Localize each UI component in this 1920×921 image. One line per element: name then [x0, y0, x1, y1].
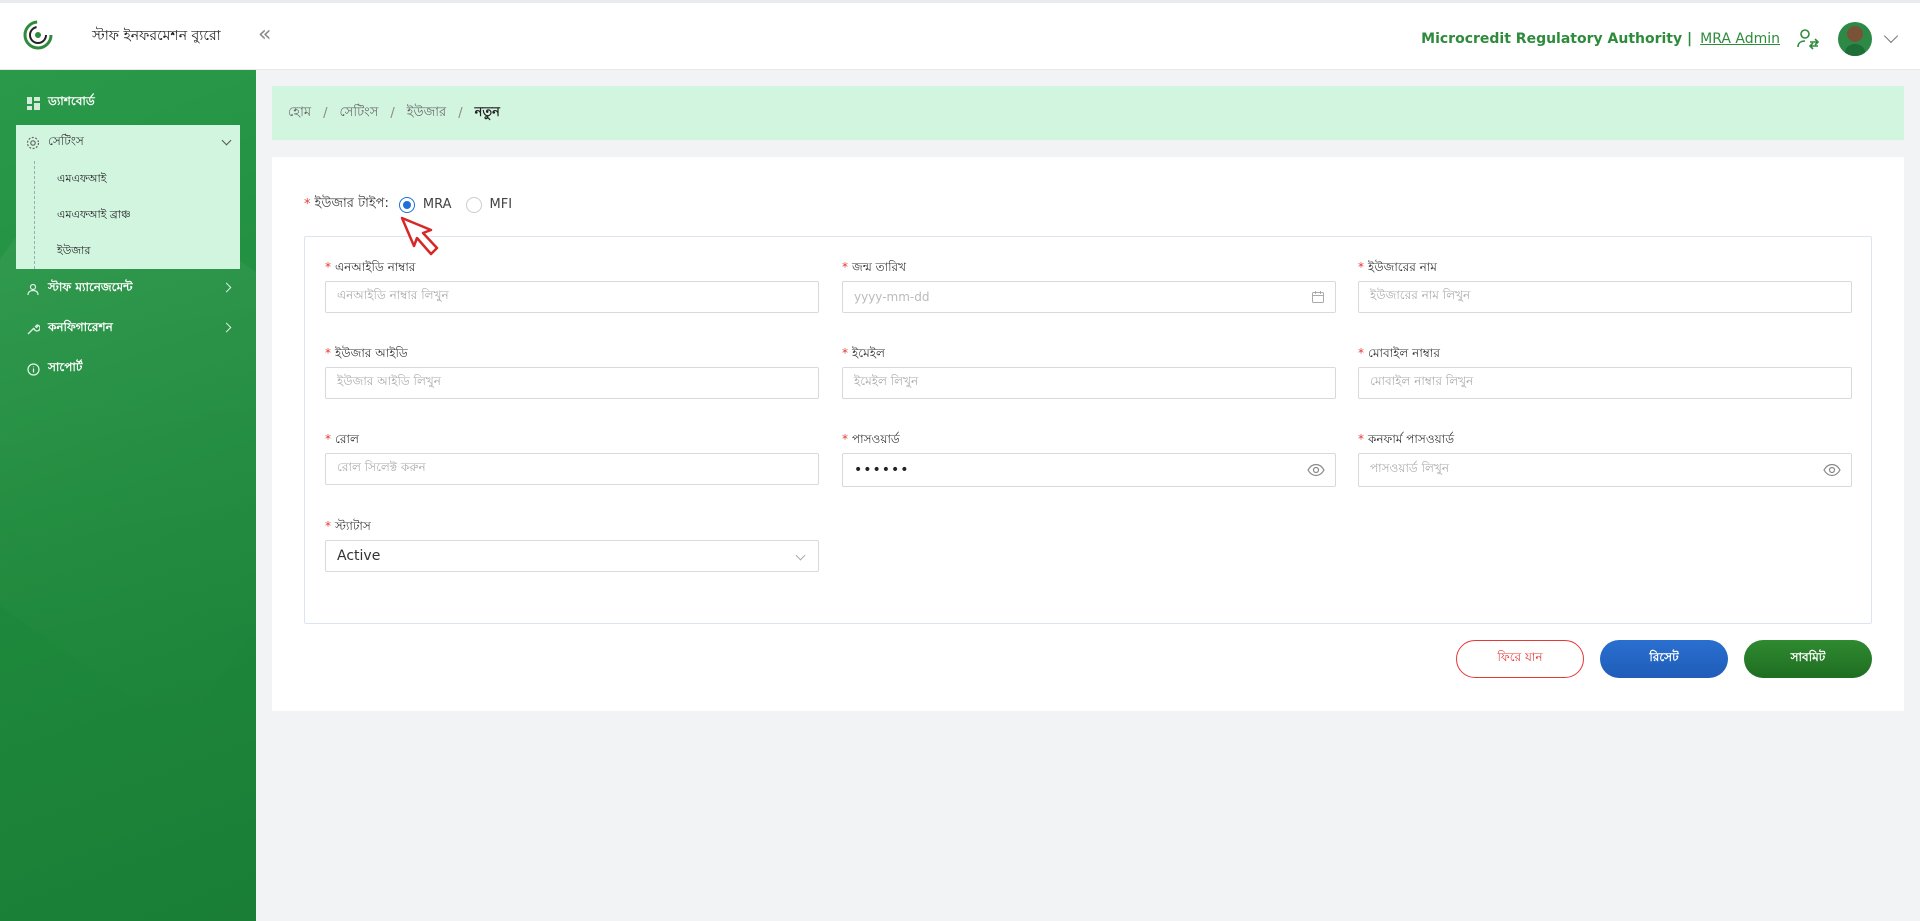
breadcrumb-home[interactable]: হোম	[288, 103, 311, 124]
radio-checked[interactable]	[398, 196, 415, 213]
role-label: * রোল	[325, 432, 359, 446]
status-label: * স্ট্যাটাস	[325, 519, 371, 533]
password-label: * পাসওয়ার্ড	[842, 432, 900, 446]
sidebar-item-mfi-branch[interactable]: এমএফআই ব্রাঞ্চ	[35, 197, 240, 233]
user-type-mfi-radio[interactable]: MFI	[465, 196, 512, 213]
radio-unchecked[interactable]	[465, 196, 482, 213]
email-label: * ইমেইল	[842, 346, 885, 360]
sidebar-item-label: ড্যাশবোর্ড	[48, 94, 95, 108]
sidebar-item-label: স্টাফ ম্যানেজমেন্ট	[48, 280, 133, 294]
wrench-icon	[26, 322, 40, 336]
breadcrumb-settings[interactable]: সেটিংস	[339, 103, 378, 124]
app-name: স্টাফ ইনফরমেশন ব্যুরো	[92, 28, 221, 44]
status-select[interactable]: Active	[325, 540, 819, 572]
username-input[interactable]: ইউজারের নাম লিখুন	[1358, 281, 1852, 313]
breadcrumb-separator: /	[458, 105, 463, 121]
eye-icon[interactable]	[1307, 463, 1325, 477]
form-fields-box: * এনআইডি নাম্বার এনআইডি নাম্বার লিখুন * জন…	[304, 236, 1872, 624]
calendar-icon[interactable]	[1311, 290, 1325, 304]
user-form-card: * ইউজার টাইপ: MRA MFI * এনআইডি নাম্বার এন…	[272, 157, 1904, 711]
email-field: * ইমেইল ইমেইল লিখুন	[842, 345, 1336, 399]
info-icon	[26, 362, 40, 376]
chevron-down-icon	[221, 135, 232, 146]
brand[interactable]: স্টাফ ইনফরমেশন ব্যুরো	[22, 18, 221, 54]
user-type-label: ইউজার টাইপ:	[314, 196, 389, 211]
reset-button[interactable]: রিসেট	[1600, 640, 1728, 678]
mobile-input[interactable]: মোবাইল নাম্বার লিখুন	[1358, 367, 1852, 399]
required-marker: *	[304, 197, 311, 212]
dob-label: * জন্ম তারিখ	[842, 260, 907, 274]
nid-field: * এনআইডি নাম্বার এনআইডি নাম্বার লিখুন	[325, 259, 819, 313]
sidebar-item-label: কনফিগারেশন	[48, 320, 113, 334]
username-label: * ইউজারের নাম	[1358, 260, 1437, 274]
admin-link[interactable]: MRA Admin	[1700, 31, 1780, 47]
sidebar-item-label: সাপোর্ট	[48, 360, 83, 374]
header-right: Microcredit Regulatory Authority | MRA A…	[1421, 22, 1899, 56]
switch-user-icon[interactable]	[1796, 27, 1820, 51]
dob-input[interactable]: yyyy-mm-dd	[842, 281, 1336, 313]
org-name: Microcredit Regulatory Authority |	[1421, 31, 1693, 47]
password-field: * পাসওয়ার্ড ••••••	[842, 431, 1336, 487]
gear-icon	[26, 136, 40, 150]
sidebar-item-support[interactable]: সাপোর্ট	[0, 349, 256, 389]
settings-submenu: এমএফআই এমএফআই ব্রাঞ্চ ইউজার	[34, 161, 240, 269]
sidebar-item-label: সেটিংস	[48, 134, 84, 148]
breadcrumb-current: নতুন	[474, 104, 500, 120]
sidebar-item-mfi[interactable]: এমএফআই	[35, 161, 240, 197]
user-id-field: * ইউজার আইডি ইউজার আইডি লিখুন	[325, 345, 819, 399]
app-header: স্টাফ ইনফরমেশন ব্যুরো « Microcredit Regu…	[0, 3, 1920, 70]
dashboard-icon	[26, 96, 40, 110]
chevron-down-icon	[795, 550, 806, 561]
sidebar-item-settings[interactable]: সেটিংস	[16, 125, 240, 161]
dob-field: * জন্ম তারিখ yyyy-mm-dd	[842, 259, 1336, 313]
sidebar-item-configuration[interactable]: কনফিগারেশন	[0, 309, 256, 349]
mra-logo	[22, 18, 72, 54]
role-select[interactable]: রোল সিলেক্ট করুন	[325, 453, 819, 485]
username-field: * ইউজারের নাম ইউজারের নাম লিখুন	[1358, 259, 1852, 313]
breadcrumb: হোম / সেটিংস / ইউজার / নতুন	[272, 86, 1904, 140]
submit-button[interactable]: সাবমিট	[1744, 640, 1872, 678]
breadcrumb-separator: /	[390, 105, 395, 121]
sidebar: ড্যাশবোর্ড সেটিংস এমএফআই এমএফআই ব্রাঞ্চ …	[0, 70, 256, 921]
eye-icon[interactable]	[1823, 463, 1841, 477]
avatar[interactable]	[1838, 22, 1872, 56]
sidebar-item-staff-management[interactable]: স্টাফ ম্যানেজমেন্ট	[0, 269, 256, 309]
user-id-input[interactable]: ইউজার আইডি লিখুন	[325, 367, 819, 399]
users-icon	[26, 282, 40, 296]
breadcrumb-separator: /	[323, 105, 328, 121]
chevron-down-icon[interactable]	[1883, 28, 1899, 44]
confirm-password-field: * কনফার্ম পাসওয়ার্ড পাসওয়ার্ড লিখুন	[1358, 431, 1852, 487]
breadcrumb-user[interactable]: ইউজার	[407, 103, 446, 124]
status-field: * স্ট্যাটাস Active	[325, 518, 819, 572]
collapse-sidebar-icon[interactable]: «	[258, 24, 271, 46]
confirm-password-label: * কনফার্ম পাসওয়ার্ড	[1358, 432, 1455, 446]
sidebar-item-dashboard[interactable]: ড্যাশবোর্ড	[0, 83, 256, 123]
nid-input[interactable]: এনআইডি নাম্বার লিখুন	[325, 281, 819, 313]
chevron-right-icon	[221, 322, 232, 333]
chevron-right-icon	[221, 282, 232, 293]
role-field: * রোল রোল সিলেক্ট করুন	[325, 431, 819, 485]
sidebar-group-settings: সেটিংস এমএফআই এমএফআই ব্রাঞ্চ ইউজার	[16, 125, 240, 269]
pointer-arrow-icon	[400, 216, 439, 256]
mobile-field: * মোবাইল নাম্বার মোবাইল নাম্বার লিখুন	[1358, 345, 1852, 399]
user-type-group: * ইউজার টাইপ: MRA MFI	[304, 194, 522, 215]
user-id-label: * ইউজার আইডি	[325, 346, 408, 360]
password-input[interactable]: ••••••	[842, 453, 1336, 487]
mobile-label: * মোবাইল নাম্বার	[1358, 346, 1440, 360]
user-type-mra-radio[interactable]: MRA	[398, 196, 452, 213]
back-button[interactable]: ফিরে যান	[1456, 640, 1584, 678]
nid-label: * এনআইডি নাম্বার	[325, 260, 416, 274]
confirm-password-input[interactable]: পাসওয়ার্ড লিখুন	[1358, 453, 1852, 487]
sidebar-item-user[interactable]: ইউজার	[35, 233, 240, 269]
email-input[interactable]: ইমেইল লিখুন	[842, 367, 1336, 399]
